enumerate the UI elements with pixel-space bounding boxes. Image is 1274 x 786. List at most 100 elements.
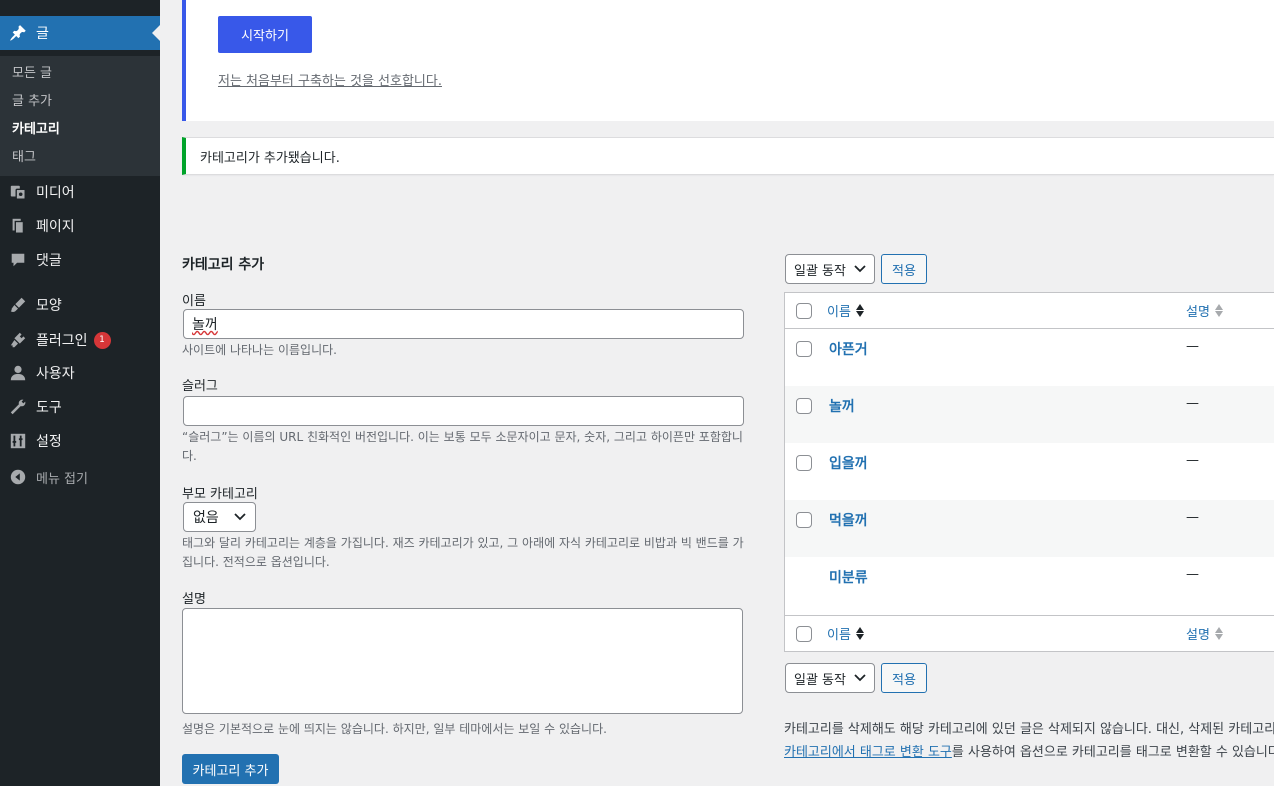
appearance-icon	[0, 296, 36, 314]
table-row: 아픈거 —	[785, 329, 1274, 386]
row-checkbox[interactable]	[796, 398, 812, 414]
start-button[interactable]: 시작하기	[218, 16, 312, 53]
bulk-action-select[interactable]: 일괄 동작	[785, 254, 875, 284]
menu-users[interactable]: 사용자	[0, 356, 160, 390]
category-desc: —	[1186, 339, 1199, 354]
category-tag-converter-link[interactable]: 카테고리에서 태그로 변환 도구	[784, 745, 952, 760]
slug-input[interactable]	[183, 396, 744, 426]
menu-appearance[interactable]: 모양	[0, 288, 160, 322]
menu-pages[interactable]: 페이지	[0, 209, 160, 243]
menu-media[interactable]: 미디어	[0, 175, 160, 209]
name-label: 이름	[182, 294, 206, 309]
sort-icon	[1214, 627, 1223, 640]
col-desc-footer[interactable]: 설명	[1186, 624, 1223, 643]
submenu-tags[interactable]: 태그	[0, 144, 160, 172]
description-help: 설명은 기본적으로 눈에 띄지는 않습니다. 하지만, 일부 테마에서는 보일 …	[182, 722, 607, 736]
name-help: 사이트에 나타나는 이름입니다.	[182, 343, 337, 357]
menu-settings-label: 설정	[36, 434, 62, 450]
select-all-checkbox-bottom[interactable]	[796, 626, 812, 642]
apply-button-bottom[interactable]: 적용	[881, 663, 927, 693]
sort-icon	[855, 304, 864, 317]
submenu-add-post[interactable]: 글 추가	[0, 88, 160, 116]
user-icon	[0, 364, 36, 382]
collapse-icon	[0, 468, 36, 486]
success-notice: 카테고리가 추가됐습니다.	[182, 137, 1274, 175]
parent-label: 부모 카테고리	[182, 487, 258, 502]
delete-note-line1: 카테고리를 삭제해도 해당 카테고리에 있던 글은 삭제되지 않습니다. 대신,…	[784, 722, 1274, 737]
chevron-down-icon	[234, 513, 246, 521]
categories-table: 이름 설명 아픈거 — 놀꺼 — 입을꺼 — 먹을꺼 — 미분류 — 이름 설명	[784, 292, 1274, 652]
category-name-link[interactable]: 입을꺼	[829, 453, 868, 473]
category-desc: —	[1186, 510, 1199, 525]
chevron-down-icon	[854, 674, 866, 682]
description-label: 설명	[182, 592, 206, 607]
col-name-header[interactable]: 이름	[827, 301, 864, 320]
notice-text: 카테고리가 추가됐습니다.	[200, 150, 340, 166]
table-row: 놀꺼 —	[785, 386, 1274, 443]
menu-settings[interactable]: 설정	[0, 424, 160, 458]
menu-plugins[interactable]: 플러그인 1	[0, 323, 160, 357]
category-name-link[interactable]: 미분류	[829, 567, 868, 587]
menu-comments[interactable]: 댓글	[0, 243, 160, 277]
description-textarea[interactable]	[182, 608, 743, 714]
menu-media-label: 미디어	[36, 185, 75, 201]
sort-icon	[1214, 304, 1223, 317]
row-checkbox[interactable]	[796, 455, 812, 471]
category-name-link[interactable]: 먹을꺼	[829, 510, 868, 530]
pin-icon	[0, 24, 36, 42]
build-from-scratch-link[interactable]: 저는 처음부터 구축하는 것을 선호합니다.	[218, 70, 442, 89]
delete-note-line2-rest: 를 사용하여 옵션으로 카테고리를 태그로 변환할 수 있습니다.	[951, 745, 1274, 760]
row-checkbox[interactable]	[796, 512, 812, 528]
col-name-footer[interactable]: 이름	[827, 624, 864, 643]
parent-select[interactable]: 없음	[183, 502, 256, 532]
col-desc-header[interactable]: 설명	[1186, 301, 1223, 320]
menu-plugins-label: 플러그인	[36, 333, 88, 349]
row-checkbox[interactable]	[796, 341, 812, 357]
media-icon	[0, 183, 36, 201]
settings-icon	[0, 432, 36, 450]
admin-sidebar: 글 모든 글 글 추가 카테고리 태그 미디어 페이지 댓글 모양 플러그인 1…	[0, 0, 160, 786]
page-icon	[0, 217, 36, 235]
submenu-all-posts[interactable]: 모든 글	[0, 60, 160, 88]
name-input[interactable]: 놀꺼	[183, 309, 744, 339]
apply-button[interactable]: 적용	[881, 254, 927, 284]
plugin-icon	[0, 331, 36, 349]
delete-note-line2: 카테고리에서 태그로 변환 도구를 사용하여 옵션으로 카테고리를 태그로 변환…	[784, 741, 1274, 764]
posts-submenu: 모든 글 글 추가 카테고리 태그	[0, 56, 160, 176]
col-name-label: 이름	[827, 305, 851, 320]
bulk-actions-bottom: 일괄 동작 적용	[785, 663, 927, 693]
bulk-action-value: 일괄 동작	[794, 263, 846, 279]
table-row: 입을꺼 —	[785, 443, 1274, 500]
menu-comments-label: 댓글	[36, 253, 62, 269]
table-footer: 이름 설명	[785, 615, 1274, 651]
comment-icon	[0, 251, 36, 269]
sort-icon	[855, 627, 864, 640]
slug-label: 슬러그	[182, 379, 218, 394]
menu-tools[interactable]: 도구	[0, 390, 160, 424]
active-arrow	[152, 25, 160, 41]
add-category-button[interactable]: 카테고리 추가	[182, 754, 279, 784]
category-name-link[interactable]: 아픈거	[829, 339, 868, 359]
collapse-menu-button[interactable]: 메뉴 접기	[0, 460, 160, 494]
col-desc-label: 설명	[1186, 628, 1210, 643]
category-name-link[interactable]: 놀꺼	[829, 396, 855, 416]
bulk-action-select-bottom[interactable]: 일괄 동작	[785, 663, 875, 693]
table-header: 이름 설명	[785, 293, 1274, 329]
chevron-down-icon	[854, 265, 866, 273]
form-title: 카테고리 추가	[182, 257, 265, 273]
table-row: 먹을꺼 —	[785, 500, 1274, 557]
parent-select-value: 없음	[193, 510, 219, 526]
submenu-categories[interactable]: 카테고리	[0, 116, 160, 144]
col-desc-label: 설명	[1186, 305, 1210, 320]
select-all-checkbox[interactable]	[796, 303, 812, 319]
bulk-actions-top: 일괄 동작 적용	[785, 254, 927, 284]
delete-note: 카테고리를 삭제해도 해당 카테고리에 있던 글은 삭제되지 않습니다. 대신,…	[784, 718, 1274, 764]
menu-users-label: 사용자	[36, 366, 75, 382]
collapse-menu-label: 메뉴 접기	[36, 471, 88, 487]
table-row: 미분류 —	[785, 557, 1274, 614]
slug-help: “슬러그”는 이름의 URL 친화적인 버전입니다. 이는 보통 모두 소문자이…	[182, 430, 743, 463]
menu-posts-label: 글	[36, 26, 49, 42]
category-desc: —	[1186, 567, 1199, 582]
menu-posts[interactable]: 글	[0, 16, 160, 50]
parent-help: 태그와 달리 카테고리는 계층을 가집니다. 재즈 카테고리가 있고, 그 아래…	[182, 536, 744, 569]
